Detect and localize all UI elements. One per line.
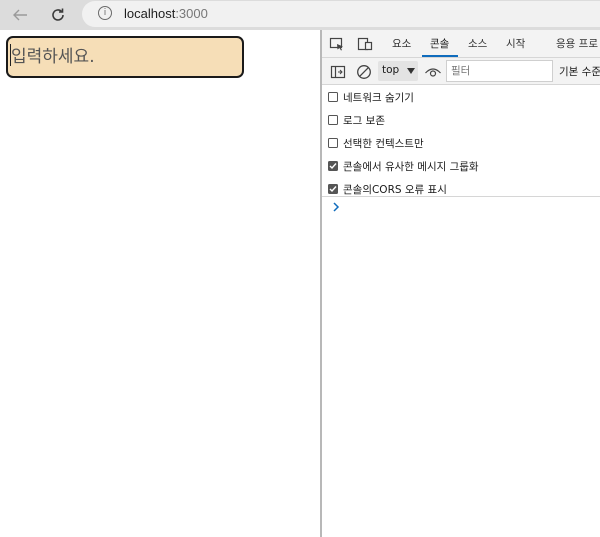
browser-toolbar: i localhost:3000 [0, 0, 600, 30]
option-label: 콘솔에서 유사한 메시지 그룹화 [343, 160, 479, 173]
text-caret [10, 44, 11, 66]
checkbox-checked[interactable] [328, 161, 338, 171]
back-button[interactable] [9, 4, 31, 26]
option-group-similar[interactable]: 콘솔에서 유사한 메시지 그룹화 [328, 157, 479, 175]
active-tab-indicator [422, 55, 458, 57]
dropdown-arrow-icon [407, 68, 415, 74]
option-show-cors-errors[interactable]: 콘솔의CORS 오류 표시 [328, 180, 447, 198]
devtools-panel: 요소 콘솔 소스 시작 응용 프로 top 기본 수준 네트워크 숨기기 로그 … [322, 30, 600, 537]
filter-input[interactable] [446, 60, 553, 82]
address-bar[interactable]: i localhost:3000 [82, 1, 600, 27]
log-levels-dropdown[interactable]: 기본 수준 [559, 64, 600, 79]
option-preserve-log[interactable]: 로그 보존 [328, 111, 385, 129]
option-label: 네트워크 숨기기 [343, 91, 414, 104]
page-viewport [0, 30, 320, 537]
url-port: :3000 [175, 6, 208, 21]
eye-icon[interactable] [424, 65, 442, 79]
option-selected-context-only[interactable]: 선택한 컨텍스트만 [328, 134, 424, 152]
checkbox[interactable] [328, 138, 338, 148]
console-prompt-chevron-icon[interactable] [331, 201, 341, 213]
tab-sources[interactable]: 소스 [468, 36, 487, 51]
sidebar-toggle-icon[interactable] [330, 65, 346, 79]
text-input[interactable] [6, 36, 244, 78]
console-toolbar: top 기본 수준 [322, 58, 600, 85]
inspect-element-icon[interactable] [329, 37, 345, 51]
tab-elements[interactable]: 요소 [392, 36, 411, 51]
info-icon[interactable]: i [98, 6, 112, 20]
console-settings: 네트워크 숨기기 로그 보존 선택한 컨텍스트만 콘솔에서 유사한 메시지 그룹… [322, 85, 600, 197]
checkbox[interactable] [328, 92, 338, 102]
devtools-tab-bar: 요소 콘솔 소스 시작 응용 프로 [322, 30, 600, 58]
checkbox-checked[interactable] [328, 184, 338, 194]
url-host: localhost [124, 6, 176, 21]
arrow-left-icon [13, 9, 27, 21]
context-selector[interactable]: top [378, 61, 418, 81]
tab-console[interactable]: 콘솔 [430, 36, 449, 51]
option-label: 콘솔의CORS 오류 표시 [343, 183, 447, 196]
tab-welcome[interactable]: 시작 [506, 36, 525, 51]
checkbox[interactable] [328, 115, 338, 125]
reload-button[interactable] [47, 4, 69, 26]
clear-console-icon[interactable] [356, 64, 372, 80]
option-hide-network[interactable]: 네트워크 숨기기 [328, 88, 414, 106]
reload-icon [52, 8, 64, 21]
option-label: 로그 보존 [343, 114, 385, 127]
context-value: top [382, 64, 400, 76]
url-text[interactable]: localhost:3000 [124, 6, 208, 21]
tab-application[interactable]: 응용 프로 [556, 36, 598, 51]
device-emulation-icon[interactable] [357, 37, 373, 51]
option-label: 선택한 컨텍스트만 [343, 137, 424, 150]
